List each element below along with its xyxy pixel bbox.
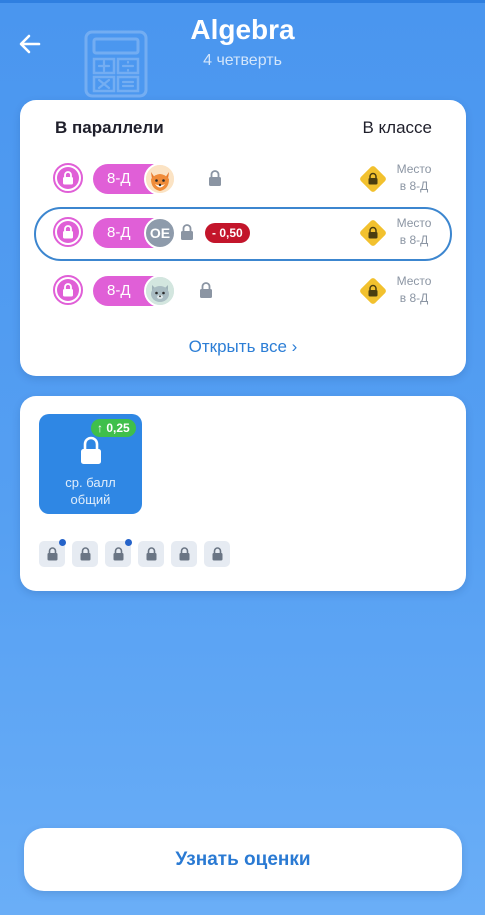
average-label-line2: общий bbox=[70, 492, 111, 507]
group-label: 8-Д bbox=[107, 282, 131, 299]
class-place: Место в 8-Д bbox=[392, 161, 436, 195]
lock-icon bbox=[63, 171, 73, 185]
place-label: Место bbox=[396, 274, 432, 288]
grade-slot[interactable] bbox=[72, 541, 98, 567]
place-group: в 8-Д bbox=[399, 179, 429, 193]
place-group: в 8-Д bbox=[399, 291, 429, 305]
new-grade-dot bbox=[125, 539, 132, 546]
avatar-initials: OE bbox=[149, 225, 171, 241]
group-pill: 8-Д OE bbox=[93, 217, 176, 249]
ranking-row[interactable]: 8-Д Место в 8-Д bbox=[34, 153, 452, 207]
class-heading[interactable]: В классе bbox=[362, 118, 432, 138]
parallel-heading[interactable]: В параллели bbox=[55, 118, 164, 138]
page-subtitle: 4 четверть bbox=[203, 52, 282, 69]
page-title: Algebra bbox=[190, 14, 295, 45]
grade-slot[interactable] bbox=[171, 541, 197, 567]
header: Algebra 4 четверть bbox=[0, 0, 485, 98]
grades-card: ↑ 0,25 ср. балл общий bbox=[20, 396, 466, 591]
group-label: 8-Д bbox=[107, 170, 131, 187]
lock-icon bbox=[63, 225, 73, 239]
group-label: 8-Д bbox=[107, 224, 131, 241]
avatar bbox=[144, 275, 176, 307]
lock-icon bbox=[209, 170, 221, 186]
class-place: Место в 8-Д bbox=[392, 273, 436, 307]
get-grades-button[interactable]: Узнать оценки bbox=[24, 828, 462, 891]
lock-icon bbox=[146, 547, 156, 561]
ranking-card: В параллели В классе 8-Д Место в 8-Д 8-Д… bbox=[20, 100, 466, 376]
grade-slot[interactable] bbox=[204, 541, 230, 567]
parallel-rank-lock bbox=[53, 163, 83, 193]
lock-icon bbox=[81, 436, 101, 464]
place-diamond-icon bbox=[360, 220, 386, 246]
ranking-row-current-user[interactable]: 8-Д OE - 0,50 Место в 8-Д bbox=[34, 207, 452, 261]
ranking-row[interactable]: 8-Д Место в 8-Д bbox=[34, 265, 452, 319]
lock-icon bbox=[179, 547, 189, 561]
place-group: в 8-Д bbox=[399, 233, 429, 247]
average-change-badge: ↑ 0,25 bbox=[91, 419, 136, 437]
class-place: Место в 8-Д bbox=[392, 215, 436, 249]
cat-avatar-icon bbox=[146, 277, 174, 305]
score-delta-badge: - 0,50 bbox=[205, 223, 250, 243]
group-pill: 8-Д bbox=[93, 163, 176, 195]
parallel-rank-lock bbox=[53, 217, 83, 247]
fox-avatar-icon bbox=[146, 165, 174, 193]
lock-icon bbox=[212, 547, 222, 561]
place-label: Место bbox=[396, 162, 432, 176]
new-grade-dot bbox=[59, 539, 66, 546]
lock-icon bbox=[80, 547, 90, 561]
place-diamond-icon bbox=[360, 278, 386, 304]
lock-icon bbox=[47, 547, 57, 561]
average-score-label: ср. балл общий bbox=[39, 474, 142, 508]
open-all-link[interactable]: Открыть все › bbox=[20, 337, 466, 357]
group-pill: 8-Д bbox=[93, 275, 176, 307]
lock-icon bbox=[63, 283, 73, 297]
avatar bbox=[144, 163, 176, 195]
place-label: Место bbox=[396, 216, 432, 230]
lock-icon bbox=[200, 282, 212, 298]
lock-icon bbox=[113, 547, 123, 561]
parallel-rank-lock bbox=[53, 275, 83, 305]
lock-icon bbox=[181, 224, 193, 240]
grade-slot[interactable] bbox=[39, 539, 66, 567]
avatar: OE bbox=[144, 217, 176, 249]
average-label-line1: ср. балл bbox=[65, 475, 116, 490]
place-diamond-icon bbox=[360, 166, 386, 192]
grade-slot[interactable] bbox=[138, 541, 164, 567]
average-score-tile[interactable]: ↑ 0,25 ср. балл общий bbox=[39, 414, 142, 514]
grade-slot[interactable] bbox=[105, 539, 132, 567]
